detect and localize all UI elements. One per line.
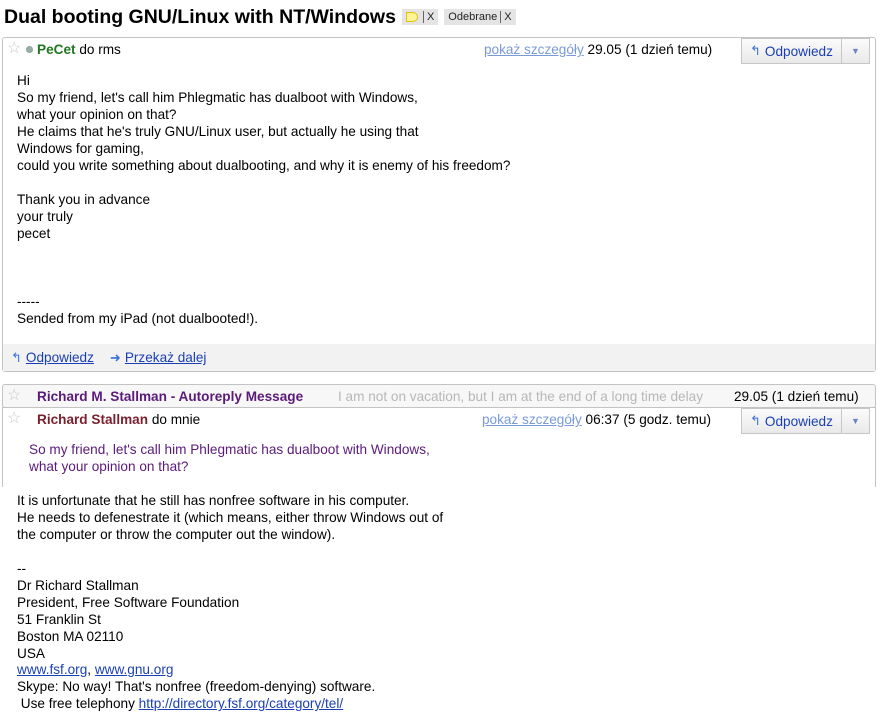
sender-name[interactable]: PeCet (37, 42, 76, 57)
reply-label: Odpowiedz (764, 43, 833, 59)
star-icon[interactable]: ☆ (7, 41, 21, 57)
message-body: Hi So my friend, let's call him Phlegmat… (17, 73, 511, 326)
show-details-link[interactable]: pokaż szczegóły (484, 42, 584, 57)
gnu-link[interactable]: www.gnu.org (95, 662, 174, 677)
more-options-dropdown[interactable]: ▼ (840, 39, 869, 63)
reply-button-group: ↰ Odpowiedz ▼ (741, 38, 870, 64)
message-header: Richard Stallman do mnie (37, 412, 200, 427)
message-body: It is unfortunate that he still has nonf… (17, 493, 444, 661)
more-options-dropdown[interactable]: ▼ (840, 409, 869, 433)
footer-reply-label: Odpowiedz (25, 350, 94, 365)
collapsed-message[interactable]: ☆ Richard M. Stallman - Autoreply Messag… (2, 384, 876, 408)
telephony-prefix: Use free telephony (17, 696, 139, 711)
forward-arrow-icon: ➜ (109, 349, 121, 365)
label-name: Odebrane (448, 11, 498, 23)
reply-button[interactable]: ↰ Odpowiedz (742, 39, 841, 63)
star-icon[interactable]: ☆ (7, 388, 21, 404)
recipient-text: do rms (79, 42, 121, 57)
thread-subject: Dual booting GNU/Linux with NT/Windows (4, 5, 396, 28)
telephony-line: Use free telephony http://directory.fsf.… (17, 696, 343, 711)
message-footer: ↰ Odpowiedz ➜ Przekaż dalej (3, 344, 875, 371)
footer-forward-button[interactable]: ➜ Przekaż dalej (110, 350, 207, 366)
reply-button-group: ↰ Odpowiedz ▼ (741, 408, 870, 434)
footer-reply-button[interactable]: ↰ Odpowiedz (11, 350, 94, 366)
message-snippet: I am not on vacation, but I am at the en… (338, 389, 703, 404)
footer-forward-label: Przekaż dalej (124, 350, 207, 365)
message-card-1: ☆ PeCet do rms pokaż szczegóły 29.05 (1 … (2, 37, 876, 372)
label-chip-inbox[interactable]: Odebrane X (444, 9, 516, 25)
label-tag-icon (405, 12, 418, 22)
message-date: 29.05 (1 dzień temu) (734, 389, 859, 404)
presence-icon (26, 46, 33, 53)
star-icon[interactable]: ☆ (7, 411, 21, 427)
skype-line: Skype: No way! That's nonfree (freedom-d… (17, 679, 376, 694)
collapsed-sender: Richard M. Stallman - Autoreply Message (37, 389, 303, 404)
signature-links: www.fsf.org, www.gnu.org (17, 662, 173, 677)
message-card-3: ☆ Richard Stallman do mnie pokaż szczegó… (2, 407, 876, 487)
message-header: PeCet do rms (37, 42, 121, 57)
recipient-text: do mnie (151, 412, 201, 427)
details-and-date: pokaż szczegóły 06:37 (5 godz. temu) (482, 412, 711, 427)
reply-arrow-icon: ↰ (750, 413, 761, 428)
message-date: 29.05 (1 dzień temu) (587, 42, 713, 57)
telephony-link[interactable]: http://directory.fsf.org/category/tel/ (139, 696, 344, 711)
link-separator: , (87, 662, 95, 677)
sender-name[interactable]: Richard Stallman (37, 412, 148, 427)
chevron-down-icon: ▼ (850, 46, 860, 56)
remove-label-icon[interactable]: X (422, 11, 434, 23)
reply-arrow-icon: ↰ (750, 43, 761, 58)
label-chip-tag[interactable]: X (401, 9, 439, 25)
sender-name: Richard M. Stallman - Autoreply Message (37, 389, 304, 404)
show-details-link[interactable]: pokaż szczegóły (482, 412, 582, 427)
reply-button[interactable]: ↰ Odpowiedz (742, 409, 841, 433)
reply-arrow-icon: ↰ (11, 349, 22, 365)
reply-label: Odpowiedz (764, 413, 833, 429)
chevron-down-icon: ▼ (850, 416, 860, 426)
subject-row: Dual booting GNU/Linux with NT/Windows X… (4, 4, 516, 30)
details-and-date: pokaż szczegóły 29.05 (1 dzień temu) (484, 42, 712, 57)
fsf-link[interactable]: www.fsf.org (17, 662, 87, 677)
message-date: 06:37 (5 godz. temu) (585, 412, 711, 427)
quoted-text: So my friend, let's call him Phlegmatic … (29, 442, 430, 474)
remove-label-icon[interactable]: X (500, 11, 512, 23)
